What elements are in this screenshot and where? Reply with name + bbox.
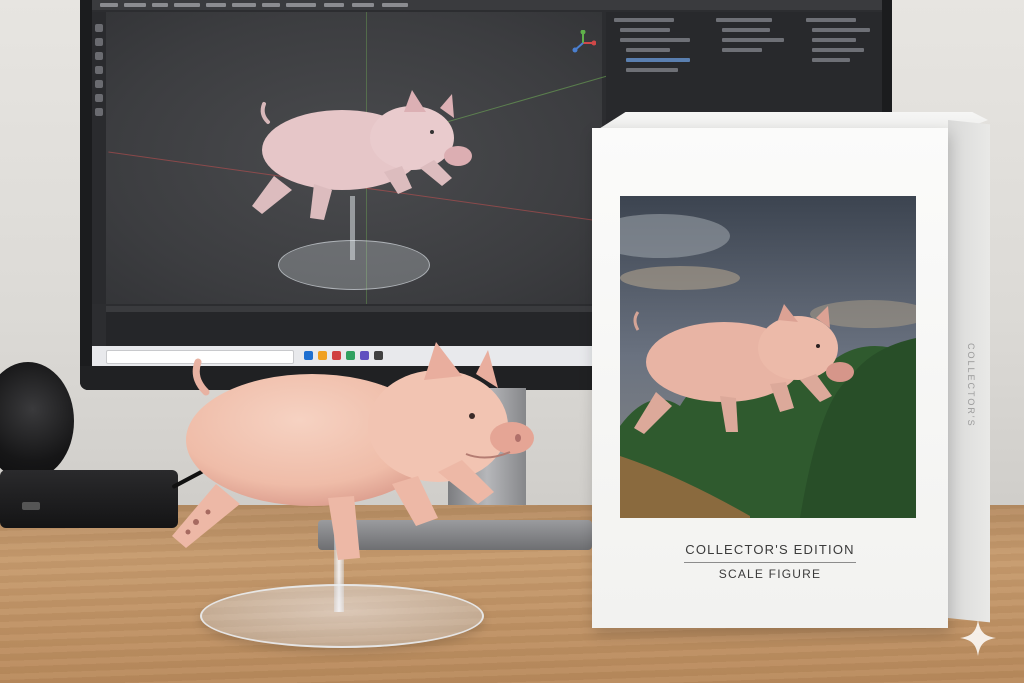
sparkle-icon [960, 620, 996, 656]
box-side-text: COLLECTOR'S [966, 342, 976, 428]
screen-stand-base [278, 240, 430, 290]
usb-hub [0, 470, 178, 528]
hub-port [22, 502, 40, 510]
box-artwork [620, 196, 916, 518]
pig-figure [172, 342, 534, 560]
outliner-panel [606, 12, 882, 124]
app-menubar [92, 0, 882, 10]
box-divider [684, 562, 856, 563]
figure-stand-base [200, 584, 484, 648]
gizmo-icon [572, 30, 596, 53]
box-title: COLLECTOR'S EDITION [685, 542, 855, 557]
tool-strip [92, 12, 106, 304]
box-subtitle: SCALE FIGURE [718, 567, 822, 581]
photo-scene: COLLECTOR'S COLLECTOR'S EDITION SCALE FI… [0, 0, 1024, 683]
screen-pig-render [252, 90, 472, 220]
